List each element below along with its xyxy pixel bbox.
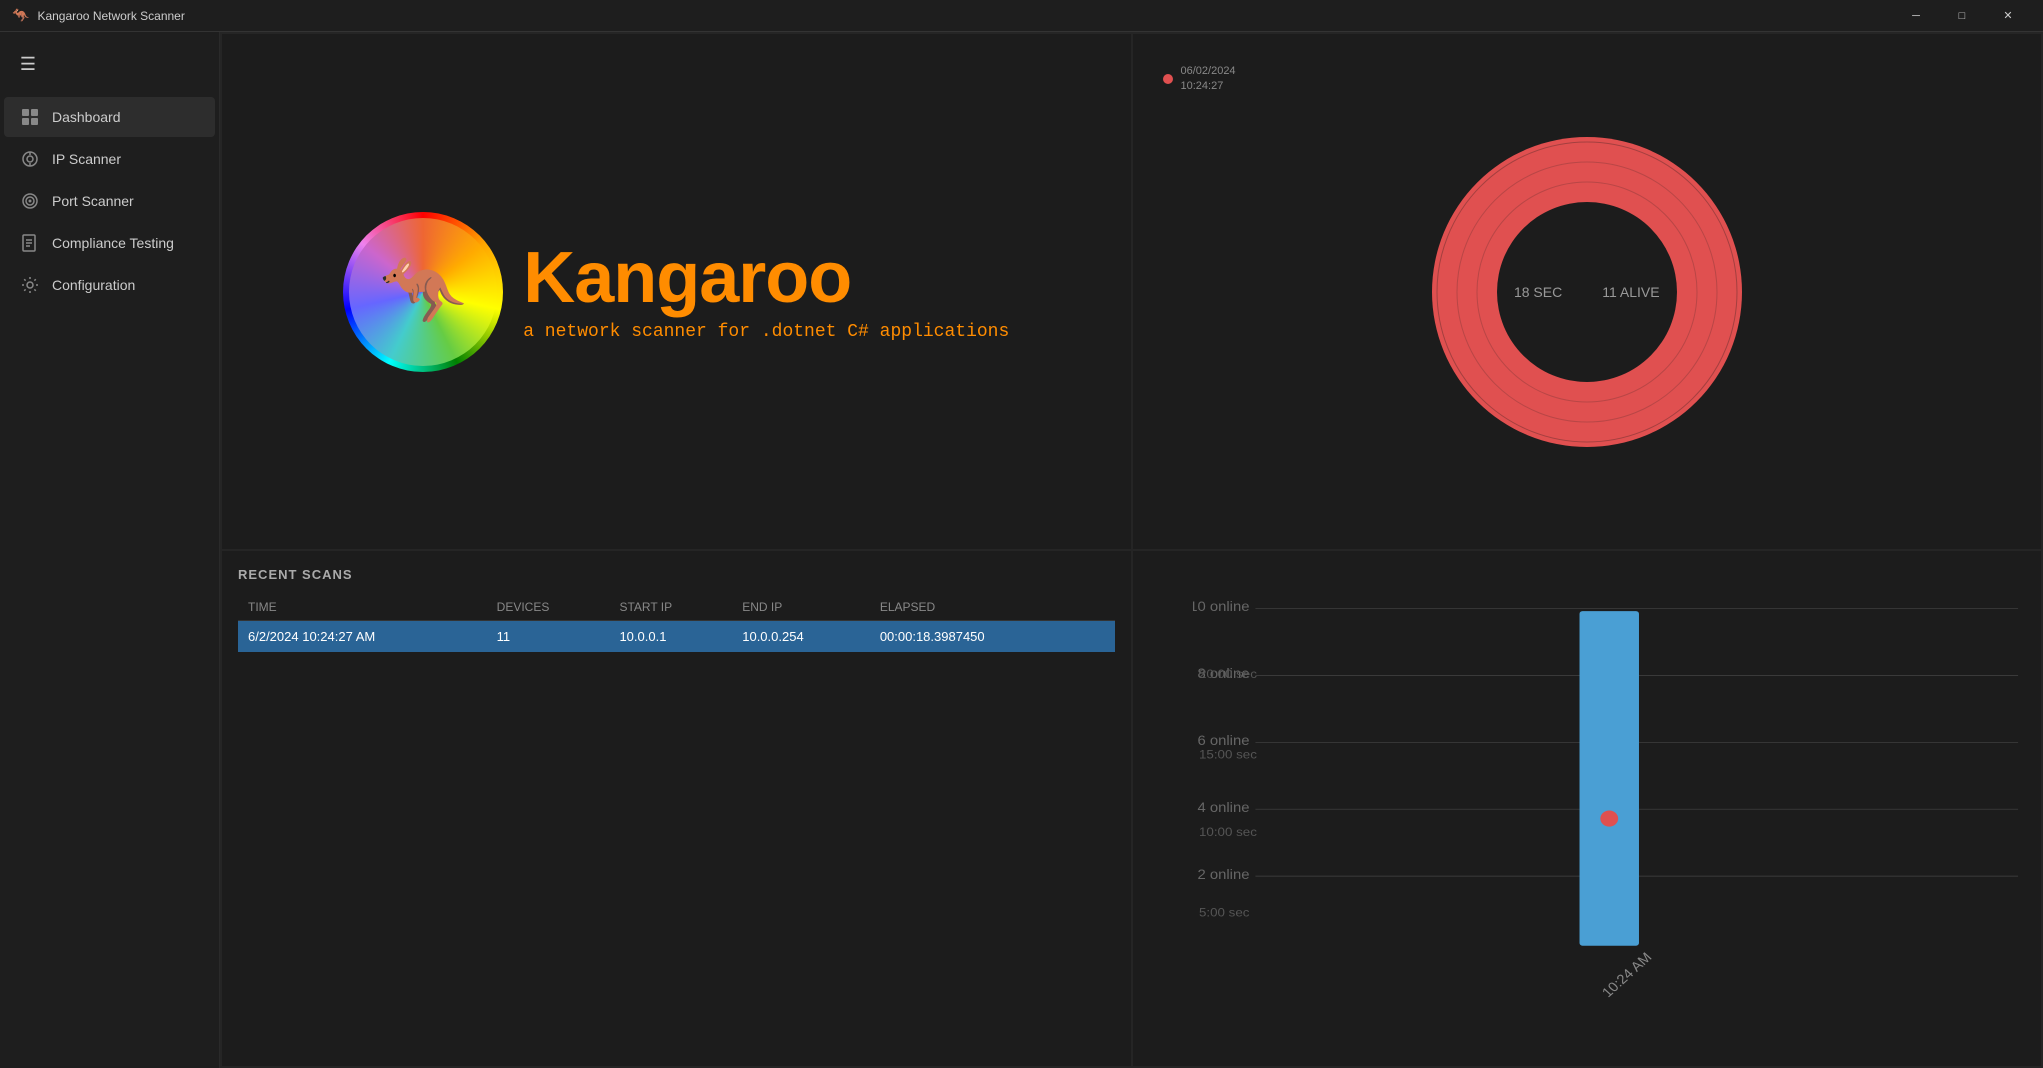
- status-time: 06/02/2024 10:24:27: [1181, 64, 1236, 95]
- logo-container: 🦘 Kangaroo a network scanner for .dotnet…: [343, 212, 1009, 372]
- sidebar-item-compliance-testing[interactable]: Compliance Testing: [4, 223, 215, 263]
- chart-panel: 10 online 8 online 6 online 4 online 2 o…: [1133, 551, 2042, 1066]
- svg-text:6 online: 6 online: [1197, 733, 1249, 748]
- sidebar: ☰ Dashboard IP Scan: [0, 32, 220, 1068]
- svg-text:10:24 AM: 10:24 AM: [1598, 949, 1654, 1000]
- sidebar-label-compliance-testing: Compliance Testing: [52, 235, 174, 251]
- cell-5: [1081, 621, 1115, 653]
- sidebar-item-port-scanner[interactable]: Port Scanner: [4, 181, 215, 221]
- logo-title: Kangaroo: [523, 242, 1009, 314]
- cell-2: 10.0.0.1: [609, 621, 732, 653]
- close-button[interactable]: ✕: [1985, 0, 2031, 32]
- sidebar-label-dashboard: Dashboard: [52, 109, 121, 125]
- col-start-ip: START IP: [609, 594, 732, 621]
- minimize-button[interactable]: ─: [1893, 0, 1939, 32]
- logo-text: Kangaroo a network scanner for .dotnet C…: [523, 242, 1009, 342]
- svg-text:2 online: 2 online: [1197, 866, 1249, 881]
- compliance-icon: [20, 233, 40, 253]
- bar-chart-svg: 10 online 8 online 6 online 4 online 2 o…: [1193, 571, 2026, 1026]
- app-icon: 🦘: [12, 7, 29, 24]
- svg-text:20:00 sec: 20:00 sec: [1198, 667, 1257, 681]
- svg-text:5:00 sec: 5:00 sec: [1198, 905, 1249, 919]
- sidebar-label-port-scanner: Port Scanner: [52, 193, 134, 209]
- sidebar-item-ip-scanner[interactable]: IP Scanner: [4, 139, 215, 179]
- app-layout: ☰ Dashboard IP Scan: [0, 32, 2043, 1068]
- cell-3: 10.0.0.254: [732, 621, 870, 653]
- table-row[interactable]: 6/2/2024 10:24:27 AM1110.0.0.110.0.0.254…: [238, 621, 1115, 653]
- main-content: 🦘 Kangaroo a network scanner for .dotnet…: [220, 32, 2043, 1068]
- scans-table: TIME DEVICES START IP END IP ELAPSED 6/2…: [238, 594, 1115, 652]
- dashboard-icon: [20, 107, 40, 127]
- logo-panel: 🦘 Kangaroo a network scanner for .dotnet…: [222, 34, 1131, 549]
- cell-1: 11: [487, 621, 610, 653]
- sidebar-item-configuration[interactable]: Configuration: [4, 265, 215, 305]
- sec-label: 18 SEC: [1514, 284, 1562, 300]
- donut-labels: 18 SEC 11 ALIVE: [1514, 284, 1660, 300]
- donut-chart: 18 SEC 11 ALIVE: [1417, 122, 1757, 462]
- scans-panel: RECENT SCANS TIME DEVICES START IP END I…: [222, 551, 1131, 1066]
- svg-text:10:00 sec: 10:00 sec: [1198, 825, 1257, 839]
- svg-text:10 online: 10 online: [1193, 599, 1250, 614]
- svg-text:15:00 sec: 15:00 sec: [1198, 747, 1257, 761]
- col-elapsed: ELAPSED: [870, 594, 1081, 621]
- sidebar-item-dashboard[interactable]: Dashboard: [4, 97, 215, 137]
- app-title: Kangaroo Network Scanner: [37, 9, 184, 23]
- kangaroo-logo-circle: 🦘: [343, 212, 503, 372]
- configuration-icon: [20, 275, 40, 295]
- col-extra: [1081, 594, 1115, 621]
- titlebar: 🦘 Kangaroo Network Scanner ─ □ ✕: [0, 0, 2043, 32]
- col-end-ip: END IP: [732, 594, 870, 621]
- kangaroo-emoji: 🦘: [349, 218, 497, 366]
- window-controls: ─ □ ✕: [1893, 0, 2031, 32]
- hamburger-button[interactable]: ☰: [8, 44, 48, 84]
- alive-label: 11 ALIVE: [1602, 284, 1659, 300]
- sidebar-label-configuration: Configuration: [52, 277, 135, 293]
- logo-subtitle: a network scanner for .dotnet C# applica…: [523, 322, 1009, 342]
- sidebar-label-ip-scanner: IP Scanner: [52, 151, 121, 167]
- scans-title: RECENT SCANS: [238, 567, 1115, 582]
- port-scanner-icon: [20, 191, 40, 211]
- svg-text:4 online: 4 online: [1197, 800, 1249, 815]
- restore-button[interactable]: □: [1939, 0, 1985, 32]
- table-header-row: TIME DEVICES START IP END IP ELAPSED: [238, 594, 1115, 621]
- donut-panel: 06/02/2024 10:24:27: [1133, 34, 2042, 549]
- col-devices: DEVICES: [487, 594, 610, 621]
- cell-0: 6/2/2024 10:24:27 AM: [238, 621, 487, 653]
- col-time: TIME: [238, 594, 487, 621]
- status-container: 06/02/2024 10:24:27: [1163, 64, 1236, 95]
- ip-scanner-icon: [20, 149, 40, 169]
- cell-4: 00:00:18.3987450: [870, 621, 1081, 653]
- status-dot: [1163, 74, 1173, 84]
